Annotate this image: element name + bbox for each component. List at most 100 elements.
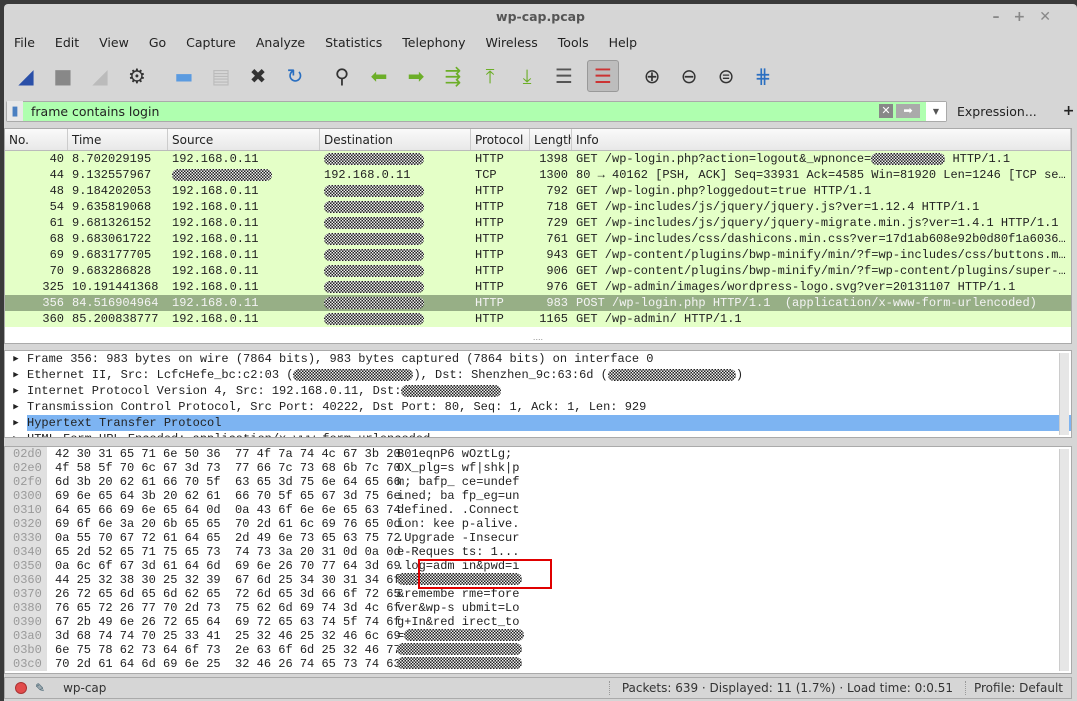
go-forward-icon[interactable]: ➡ — [402, 62, 430, 90]
bytes-scrollbar[interactable] — [1059, 449, 1069, 671]
packet-row[interactable]: 36085.200838777192.168.0.11HTTP1165GET /… — [5, 311, 1071, 327]
colorize-icon[interactable]: ☰ — [587, 60, 619, 92]
hex-bytes[interactable]: 6e 75 78 62 73 64 6f 73 2e 63 6f 6d 25 3… — [55, 643, 397, 657]
open-file-icon[interactable]: ▬ — [170, 62, 198, 90]
hex-bytes[interactable]: 4f 58 5f 70 6c 67 3d 73 77 66 7c 73 68 6… — [55, 461, 397, 475]
details-scrollbar[interactable] — [1059, 353, 1069, 435]
hex-ascii[interactable]: B01eqnP6 wOztLg; — [397, 447, 537, 461]
filter-text[interactable]: frame contains login — [23, 104, 879, 119]
menu-go[interactable]: Go — [149, 35, 166, 50]
hex-bytes[interactable]: 76 65 72 26 77 70 2d 73 75 62 6d 69 74 3… — [55, 601, 397, 615]
filter-history-dropdown-icon[interactable]: ▼ — [926, 102, 946, 121]
packet-row[interactable]: 32510.191441368192.168.0.11HTTP976GET /w… — [5, 279, 1071, 295]
menu-tools[interactable]: Tools — [558, 35, 589, 50]
detail-row[interactable]: ▶Internet Protocol Version 4, Src: 192.1… — [5, 383, 1071, 399]
packet-row[interactable]: 619.681326152192.168.0.11HTTP729GET /wp-… — [5, 215, 1071, 231]
hex-ascii[interactable]: .Upgrade -Insecur — [397, 531, 537, 545]
menu-telephony[interactable]: Telephony — [402, 35, 465, 50]
hex-bytes[interactable]: 69 6f 6e 3a 20 6b 65 65 70 2d 61 6c 69 7… — [55, 517, 397, 531]
auto-scroll-icon[interactable]: ☰ — [550, 62, 578, 90]
save-file-icon[interactable]: ▤ — [207, 62, 235, 90]
menu-file[interactable]: File — [14, 35, 35, 50]
column-header-source[interactable]: Source — [168, 129, 320, 150]
menu-view[interactable]: View — [99, 35, 129, 50]
hex-ascii[interactable]: ined; ba fp_eg=un — [397, 489, 537, 503]
zoom-normal-icon[interactable]: ⊜ — [712, 62, 740, 90]
hex-ascii[interactable]: e-Reques ts: 1... — [397, 545, 537, 559]
go-to-packet-icon[interactable]: ⇶ — [439, 62, 467, 90]
column-header-no[interactable]: No. — [5, 129, 68, 150]
menu-statistics[interactable]: Statistics — [325, 35, 382, 50]
detail-row[interactable]: ▶Ethernet II, Src: LcfcHefe_bc:c2:03 (),… — [5, 367, 1071, 383]
hex-ascii[interactable]: g+In&red irect_to — [397, 615, 537, 629]
packet-row[interactable]: 449.132557967192.168.0.11TCP130080 → 401… — [5, 167, 1071, 183]
display-filter-input[interactable]: ▮ frame contains login ✕ ➡ ▼ — [6, 101, 947, 122]
capture-comment-icon[interactable]: ✎ — [35, 681, 45, 695]
last-packet-icon[interactable]: ⤓ — [513, 62, 541, 90]
hex-ascii[interactable]: defined. .Connect — [397, 503, 537, 517]
menu-analyze[interactable]: Analyze — [256, 35, 305, 50]
packet-row[interactable]: 709.683286828192.168.0.11HTTP906GET /wp-… — [5, 263, 1071, 279]
menu-capture[interactable]: Capture — [186, 35, 236, 50]
capture-options-icon[interactable]: ⚙ — [123, 62, 151, 90]
close-file-icon[interactable]: ✖ — [244, 62, 272, 90]
hex-bytes[interactable]: 26 72 65 6d 65 6d 62 65 72 6d 65 3d 66 6… — [55, 587, 397, 601]
expand-arrow-icon[interactable]: ▶ — [5, 399, 27, 415]
resize-columns-icon[interactable]: ⋕ — [749, 62, 777, 90]
hex-bytes[interactable]: 3d 68 74 74 70 25 33 41 25 32 46 25 32 4… — [55, 629, 397, 643]
column-header-protocol[interactable]: Protocol — [471, 129, 530, 150]
detail-row[interactable]: ▶HTML Form URL Encoded: application/x-ww… — [5, 431, 1071, 438]
pane-splitter[interactable]: .... — [5, 335, 1071, 343]
hex-bytes[interactable]: 0a 6c 6f 67 3d 61 64 6d 69 6e 26 70 77 6… — [55, 559, 397, 573]
zoom-out-icon[interactable]: ⊖ — [675, 62, 703, 90]
go-back-icon[interactable]: ⬅ — [365, 62, 393, 90]
packet-row[interactable]: 549.635819068192.168.0.11HTTP718GET /wp-… — [5, 199, 1071, 215]
column-header-length[interactable]: Length — [530, 129, 572, 150]
hex-bytes[interactable]: 64 65 66 69 6e 65 64 0d 0a 43 6f 6e 6e 6… — [55, 503, 397, 517]
column-header-info[interactable]: Info — [572, 129, 1071, 150]
expert-info-icon[interactable] — [15, 682, 27, 694]
clear-filter-icon[interactable]: ✕ — [879, 104, 893, 118]
status-profile[interactable]: Profile: Default — [966, 681, 1071, 695]
start-capture-icon[interactable]: ◢ — [12, 62, 40, 90]
stop-capture-icon[interactable]: ■ — [49, 62, 77, 90]
packet-row[interactable]: 35684.516904964192.168.0.11HTTP983POST /… — [5, 295, 1071, 311]
hex-bytes[interactable]: 0a 55 70 67 72 61 64 65 2d 49 6e 73 65 6… — [55, 531, 397, 545]
hex-bytes[interactable]: 44 25 32 38 30 25 32 39 67 6d 25 34 30 3… — [55, 573, 397, 587]
hex-ascii[interactable]: &remembe rme=fore — [397, 587, 537, 601]
packet-row[interactable]: 408.702029195192.168.0.11HTTP1398GET /wp… — [5, 151, 1071, 167]
expression-button[interactable]: Expression... — [957, 104, 1037, 119]
hex-ascii[interactable]: ion: kee p-alive. — [397, 517, 537, 531]
detail-row[interactable]: ▶Frame 356: 983 bytes on wire (7864 bits… — [5, 351, 1071, 367]
hex-bytes[interactable]: 6d 3b 20 62 61 66 70 5f 63 65 3d 75 6e 6… — [55, 475, 397, 489]
maximize-button[interactable]: + — [1014, 9, 1040, 25]
apply-filter-icon[interactable]: ➡ — [896, 104, 920, 118]
packet-row[interactable]: 689.683061722192.168.0.11HTTP761GET /wp-… — [5, 231, 1071, 247]
hex-bytes[interactable]: 67 2b 49 6e 26 72 65 64 69 72 65 63 74 5… — [55, 615, 397, 629]
menu-edit[interactable]: Edit — [55, 35, 79, 50]
minimize-button[interactable]: – — [993, 9, 1014, 25]
hex-ascii[interactable]: ver&wp-s ubmit=Lo — [397, 601, 537, 615]
menu-wireless[interactable]: Wireless — [485, 35, 537, 50]
expand-arrow-icon[interactable]: ▶ — [5, 351, 27, 367]
hex-bytes[interactable]: 42 30 31 65 71 6e 50 36 77 4f 7a 74 4c 6… — [55, 447, 397, 461]
hex-ascii[interactable]: = — [397, 629, 404, 643]
expand-arrow-icon[interactable]: ▶ — [5, 367, 27, 383]
hex-bytes[interactable]: 70 2d 61 64 6d 69 6e 25 32 46 26 74 65 7… — [55, 657, 397, 671]
find-packet-icon[interactable]: ⚲ — [328, 62, 356, 90]
packet-row[interactable]: 489.184202053192.168.0.11HTTP792GET /wp-… — [5, 183, 1071, 199]
menu-help[interactable]: Help — [609, 35, 638, 50]
expand-arrow-icon[interactable]: ▶ — [5, 383, 27, 399]
close-button[interactable]: ✕ — [1039, 9, 1065, 25]
hex-ascii[interactable]: OX_plg=s wf|shk|p — [397, 461, 537, 475]
detail-row[interactable]: ▶Transmission Control Protocol, Src Port… — [5, 399, 1071, 415]
column-header-destination[interactable]: Destination — [320, 129, 471, 150]
column-header-time[interactable]: Time — [68, 129, 168, 150]
first-packet-icon[interactable]: ⤒ — [476, 62, 504, 90]
packet-row[interactable]: 699.683177705192.168.0.11HTTP943GET /wp-… — [5, 247, 1071, 263]
add-filter-button[interactable]: + — [1063, 103, 1075, 119]
expand-arrow-icon[interactable]: ▶ — [5, 431, 27, 438]
hex-bytes[interactable]: 69 6e 65 64 3b 20 62 61 66 70 5f 65 67 3… — [55, 489, 397, 503]
hex-bytes[interactable]: 65 2d 52 65 71 75 65 73 74 73 3a 20 31 0… — [55, 545, 397, 559]
detail-row[interactable]: ▶Hypertext Transfer Protocol — [5, 415, 1071, 431]
